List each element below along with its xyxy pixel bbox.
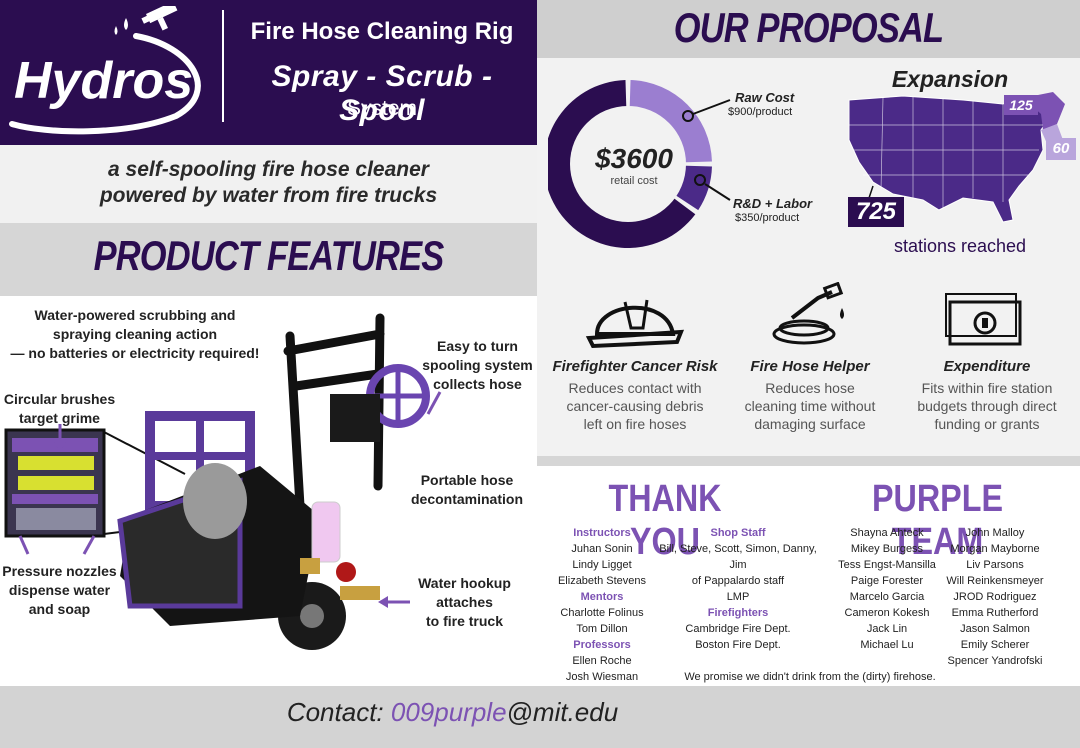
- credit-name: Elizabeth Stevens: [557, 575, 647, 587]
- contact-prefix: Contact:: [286, 697, 391, 727]
- callout-hookup: Water hookup attaches to fire truck: [418, 575, 511, 629]
- callout-water-powered: Water-powered scrubbing and spraying cle…: [10, 307, 260, 361]
- credit-name: Paige Forester: [850, 575, 924, 587]
- credit-name: Will Reinkensmeyer: [946, 575, 1044, 587]
- benefit-title-expenditure: Expenditure: [943, 358, 1031, 375]
- credit-heading: Professors: [573, 639, 631, 651]
- contact-email-user[interactable]: 009purple: [391, 697, 507, 727]
- money-bill-icon: [945, 293, 1022, 346]
- credit-name: JROD Rodriguez: [953, 591, 1037, 603]
- features-title: PRODUCT FEATURES: [93, 232, 445, 279]
- expansion-title: Expansion: [891, 66, 1009, 92]
- credit-name: Emma Rutherford: [951, 607, 1039, 619]
- rd-labor-value: $350/product: [735, 212, 800, 224]
- credit-name: Michael Lu: [860, 639, 914, 651]
- contact-line: Contact: 009purple@mit.edu: [0, 697, 905, 728]
- credit-name: Ellen Roche: [572, 655, 632, 667]
- callout-nozzles: Pressure nozzles dispense water and soap: [2, 563, 117, 617]
- credit-name: Juhan Sonin: [571, 543, 633, 555]
- credit-name: Liv Parsons: [966, 559, 1024, 571]
- credit-name: Emily Scherer: [960, 639, 1030, 651]
- credit-name: Bill, Steve, Scott, Simon, Danny, Jim: [659, 543, 817, 571]
- tagline-line-2: powered by water from fire trucks: [99, 184, 438, 207]
- tagline-line-1: a self-spooling fire hose cleaner: [108, 158, 429, 181]
- benefit-text-expenditure: Fits within fire station budgets through…: [917, 380, 1057, 432]
- water-valve: [336, 562, 356, 582]
- credit-name: Tom Dillon: [576, 623, 628, 635]
- benefit-text-cancer: Reduces contact with cancer-causing debr…: [566, 380, 704, 432]
- credit-name: Spencer Yandrofski: [947, 655, 1043, 667]
- credit-name: John Malloy: [965, 527, 1025, 539]
- raw-cost-value: $900/product: [728, 106, 793, 118]
- promise-note: We promise we didn't drink from the (dir…: [684, 671, 936, 683]
- credit-name: Cambridge Fire Dept.: [685, 623, 791, 635]
- credit-name: LMP: [726, 591, 750, 603]
- benefit-title-hose: Fire Hose Helper: [750, 358, 870, 375]
- credit-name: Jack Lin: [866, 623, 908, 635]
- section-divider: [537, 456, 1080, 466]
- credit-name: Josh Wiesman: [565, 671, 639, 683]
- badge-725: 725: [848, 197, 904, 227]
- thanks-column-2: Shop Staff Bill, Steve, Scott, Simon, Dan…: [652, 525, 824, 653]
- credit-name: Lindy Ligget: [572, 559, 632, 571]
- badge-125: 125: [1004, 95, 1038, 115]
- raw-cost-label: Raw Cost: [735, 90, 795, 105]
- credit-name: Cameron Kokesh: [844, 607, 930, 619]
- rd-labor-label: R&D + Labor: [733, 196, 813, 211]
- team-column-1: Shayna Ahteck Mikey Burgess Tess Engst-Man…: [832, 525, 942, 653]
- credit-name: Marcelo Garcia: [849, 591, 925, 603]
- stations-label: stations reached: [893, 236, 1027, 256]
- credit-name: Charlotte Folinus: [560, 607, 644, 619]
- thanks-column-1: Instructors Juhan Sonin Lindy Ligget Elizab…: [552, 525, 652, 685]
- tagline: a self-spooling fire hose cleaner powere…: [0, 157, 537, 209]
- credit-name: of Pappalardo staff: [691, 575, 785, 587]
- callout-portable: Portable hose decontamination: [410, 472, 523, 507]
- credit-heading: Instructors: [573, 527, 631, 539]
- credit-heading: Mentors: [580, 591, 624, 603]
- logo-text: Hydros: [14, 52, 193, 110]
- soap-bottle: [311, 501, 341, 563]
- fire-hose-icon: [772, 282, 844, 345]
- credit-name: Boston Fire Dept.: [695, 639, 781, 651]
- rig-title: Fire Hose Cleaning Rig: [250, 18, 514, 45]
- slogan-sub: System: [346, 97, 417, 120]
- badge-60: 60: [1046, 138, 1076, 160]
- team-column-2: John Malloy Morgan Mayborne Liv Parsons Wil…: [942, 525, 1048, 669]
- proposal-title: OUR PROPOSAL: [673, 4, 944, 51]
- contact-email-domain[interactable]: @mit.edu: [507, 697, 619, 727]
- credit-name: Morgan Mayborne: [950, 543, 1040, 555]
- callout-brushes: Circular brushes target grime: [3, 391, 116, 426]
- benefit-text-hose: Reduces hose cleaning time without damag…: [744, 380, 876, 432]
- credit-name: Mikey Burgess: [850, 543, 924, 555]
- brand-divider: [222, 10, 224, 122]
- firefighter-helmet-icon: [585, 299, 685, 349]
- credit-heading: Shop Staff: [710, 527, 766, 539]
- credit-name: Tess Engst-Mansilla: [838, 559, 936, 571]
- credit-name: Shayna Ahteck: [850, 527, 924, 539]
- callout-spooling: Easy to turn spooling system collects ho…: [422, 338, 533, 392]
- credit-heading: Firefighters: [707, 607, 769, 619]
- credit-name: Jason Salmon: [960, 623, 1030, 635]
- benefit-title-cancer: Firefighter Cancer Risk: [552, 358, 718, 375]
- hydros-logo: Hydros: [9, 6, 201, 135]
